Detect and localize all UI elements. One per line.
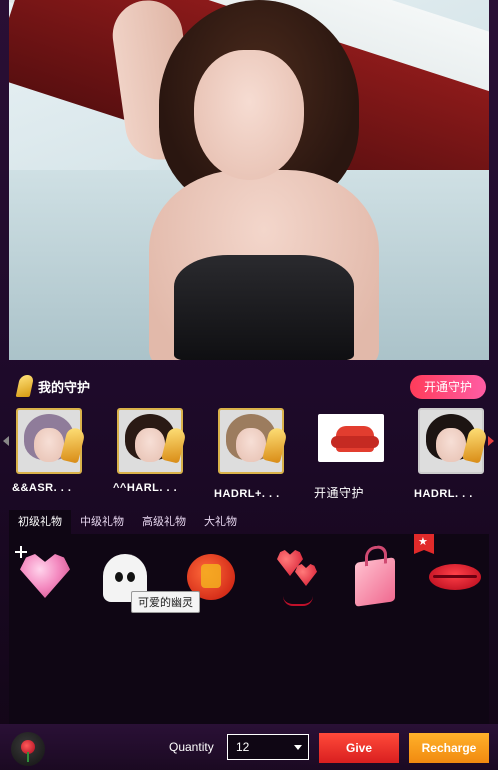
quantity-label: Quantity <box>169 740 214 754</box>
gift-item[interactable] <box>15 546 75 606</box>
gift-item[interactable] <box>267 546 327 606</box>
my-guard-title: 我的守护 <box>38 379 91 395</box>
gift-tabs: 初级礼物 中级礼物 高级礼物 大礼物 <box>9 510 246 534</box>
gift-item[interactable] <box>425 546 485 606</box>
lips-icon <box>429 564 481 590</box>
rose-button[interactable] <box>11 732 45 766</box>
streamer-face <box>194 50 304 180</box>
tab-mid-gifts[interactable]: 中级礼物 <box>71 510 133 534</box>
gift-item[interactable] <box>345 546 405 607</box>
pink-diamond-heart-icon <box>20 554 70 598</box>
give-button[interactable]: Give <box>319 733 399 763</box>
wing-icon <box>15 375 35 397</box>
tab-big-gifts[interactable]: 大礼物 <box>195 510 246 534</box>
guard-item[interactable]: ^^HARL. . . <box>113 408 203 504</box>
open-guard-slot[interactable]: 开通守护 <box>314 408 404 504</box>
rose-stem <box>27 752 29 762</box>
quantity-value: 12 <box>236 740 250 754</box>
handbag-icon <box>355 557 395 607</box>
open-guard-slot-label: 开通守护 <box>314 486 365 500</box>
guard-list: &&ASR. . . ^^HARL. . . HADRL+. . . 开通守护 <box>12 408 488 504</box>
gift-panel-page: 我的守护 开通守护 &&ASR. . . ^^HARL. . . HADRL+.… <box>0 0 498 770</box>
guard-name: &&ASR. . . <box>12 482 72 494</box>
guard-name: HADRL+. . . <box>214 488 280 500</box>
bottom-bar: Quantity 12 Give Recharge <box>0 724 498 770</box>
guard-name: HADRL. . . <box>414 488 473 500</box>
guard-item[interactable]: HADRL. . . <box>414 408 498 504</box>
chevron-down-icon <box>294 745 302 750</box>
sofa-icon <box>318 414 384 462</box>
heart-balloons-icon <box>277 550 321 606</box>
guard-item[interactable]: HADRL+. . . <box>214 408 304 504</box>
tab-advanced-gifts[interactable]: 高级礼物 <box>133 510 195 534</box>
sparkle-icon <box>15 546 27 558</box>
recharge-button[interactable]: Recharge <box>409 733 489 763</box>
tab-basic-gifts[interactable]: 初级礼物 <box>9 510 71 534</box>
open-guard-button[interactable]: 开通守护 <box>410 375 486 399</box>
my-guard-header: 我的守护 <box>15 372 91 400</box>
scroll-left-arrow-icon[interactable] <box>3 436 9 446</box>
guard-name: ^^HARL. . . <box>113 482 178 494</box>
gift-tooltip: 可爱的幽灵 <box>131 591 200 613</box>
guard-item[interactable]: &&ASR. . . <box>12 408 102 504</box>
gift-grid: 可爱的幽灵 <box>9 534 489 724</box>
quantity-select[interactable]: 12 <box>227 734 309 760</box>
streamer-swimsuit <box>174 255 354 360</box>
stream-video[interactable] <box>9 0 489 360</box>
